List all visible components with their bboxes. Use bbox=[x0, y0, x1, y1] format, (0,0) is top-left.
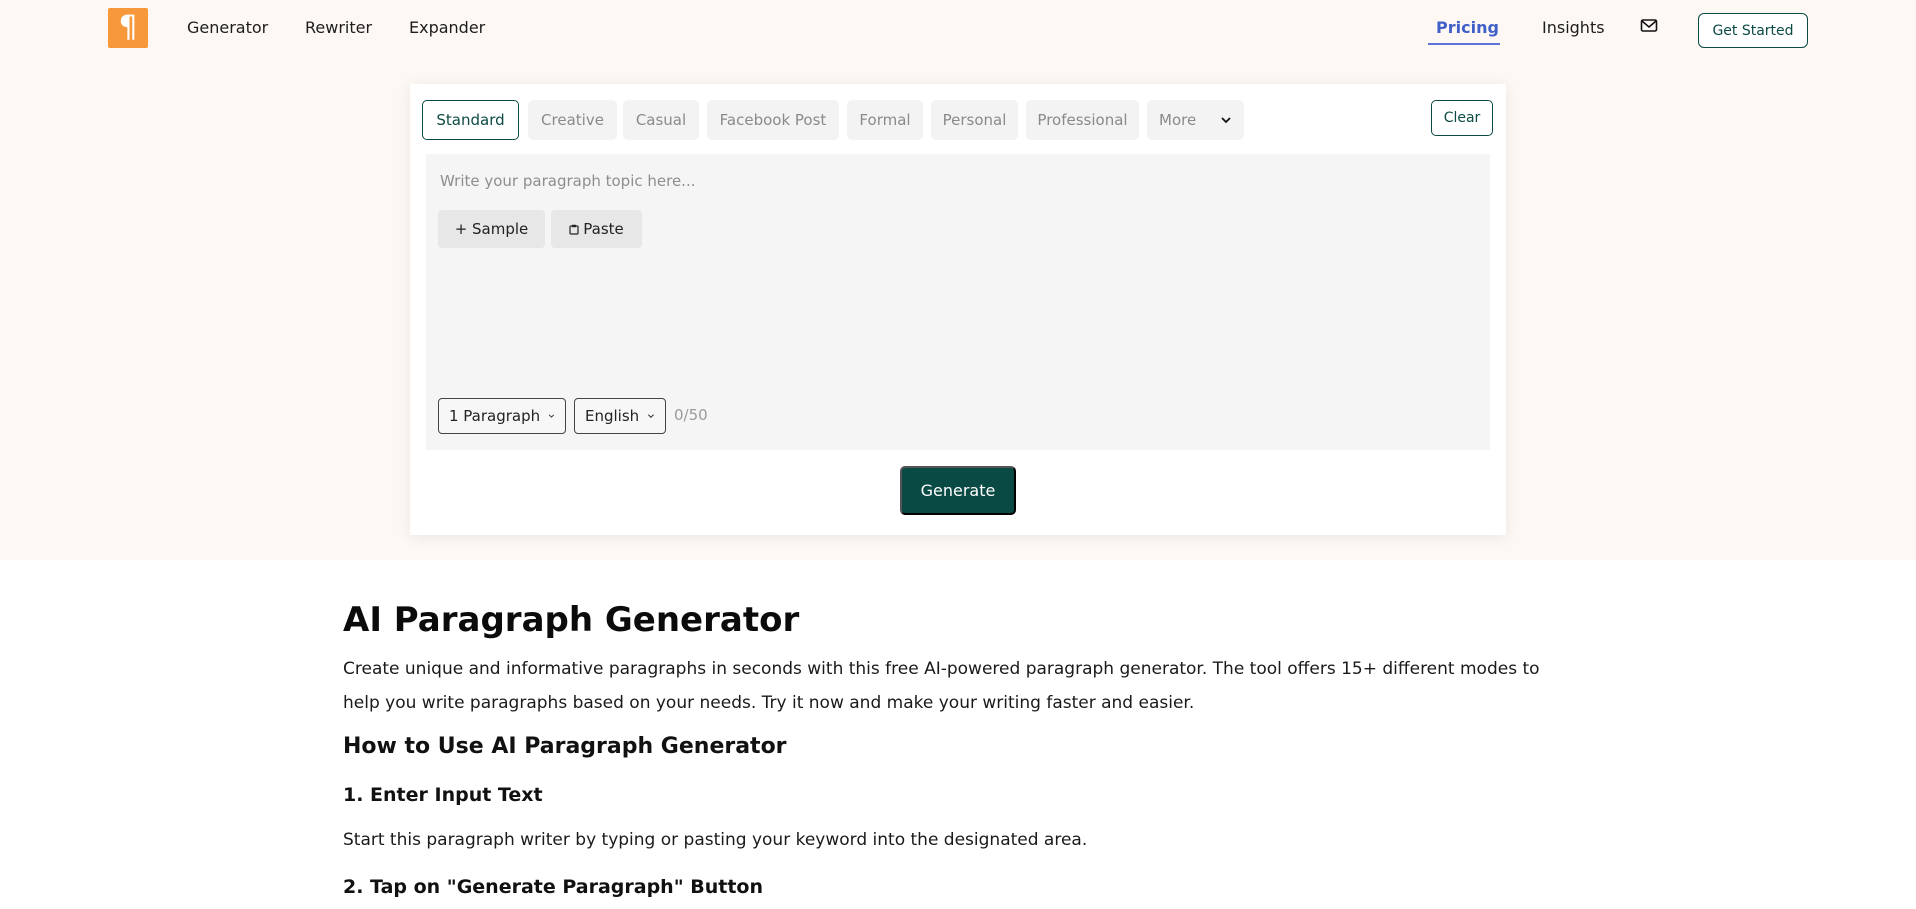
tab-more-label: More bbox=[1159, 111, 1197, 129]
intro-paragraph: Create unique and informative paragraphs… bbox=[343, 659, 1540, 713]
character-counter: 0/50 bbox=[674, 406, 708, 424]
pilcrow-logo-icon[interactable]: ¶ bbox=[108, 8, 148, 48]
chevron-down-icon bbox=[1221, 117, 1231, 124]
paragraph-count-value: 1 Paragraph bbox=[449, 407, 541, 425]
how-to-heading: How to Use AI Paragraph Generator bbox=[343, 734, 787, 759]
tab-professional[interactable]: Professional bbox=[1026, 100, 1139, 140]
nav-insights[interactable]: Insights bbox=[1542, 18, 1605, 37]
mail-icon[interactable] bbox=[1640, 18, 1658, 34]
sample-button[interactable]: + Sample bbox=[438, 210, 545, 248]
step2-heading: 2. Tap on "Generate Paragraph" Button bbox=[343, 876, 763, 898]
tab-facebook-post[interactable]: Facebook Post bbox=[707, 100, 839, 140]
language-value: English bbox=[585, 407, 640, 425]
step1-text: Start this paragraph writer by typing or… bbox=[343, 830, 1088, 850]
clipboard-icon bbox=[569, 224, 579, 235]
generator-card: Standard Creative Casual Facebook Post F… bbox=[410, 84, 1506, 535]
site-header: ¶ Generator Rewriter Expander Pricing In… bbox=[0, 0, 1916, 60]
tab-formal[interactable]: Formal bbox=[847, 100, 923, 140]
topic-input-placeholder[interactable]: Write your paragraph topic here... bbox=[440, 172, 695, 190]
get-started-button[interactable]: Get Started bbox=[1698, 13, 1808, 48]
paste-button[interactable]: Paste bbox=[551, 210, 642, 248]
paragraph-count-select[interactable]: 1 Paragraph bbox=[438, 398, 566, 434]
tab-more-dropdown[interactable]: More bbox=[1147, 100, 1244, 140]
paste-label: Paste bbox=[583, 220, 624, 238]
nav-generator[interactable]: Generator bbox=[187, 18, 268, 37]
tab-creative[interactable]: Creative bbox=[528, 100, 617, 140]
step1-heading: 1. Enter Input Text bbox=[343, 784, 543, 806]
nav-rewriter[interactable]: Rewriter bbox=[305, 18, 372, 37]
clear-button[interactable]: Clear bbox=[1431, 100, 1493, 136]
tab-casual[interactable]: Casual bbox=[623, 100, 699, 140]
active-nav-underline bbox=[1428, 43, 1500, 45]
chevron-down-icon bbox=[548, 414, 555, 418]
nav-pricing[interactable]: Pricing bbox=[1436, 18, 1499, 37]
generate-button[interactable]: Generate bbox=[900, 466, 1016, 515]
tab-personal[interactable]: Personal bbox=[931, 100, 1018, 140]
tab-standard[interactable]: Standard bbox=[422, 100, 519, 140]
chevron-down-icon bbox=[648, 414, 655, 418]
page-title: AI Paragraph Generator bbox=[343, 600, 800, 640]
nav-expander[interactable]: Expander bbox=[409, 18, 485, 37]
language-select[interactable]: English bbox=[574, 398, 666, 434]
topic-input-area[interactable]: Write your paragraph topic here... + Sam… bbox=[426, 154, 1490, 450]
